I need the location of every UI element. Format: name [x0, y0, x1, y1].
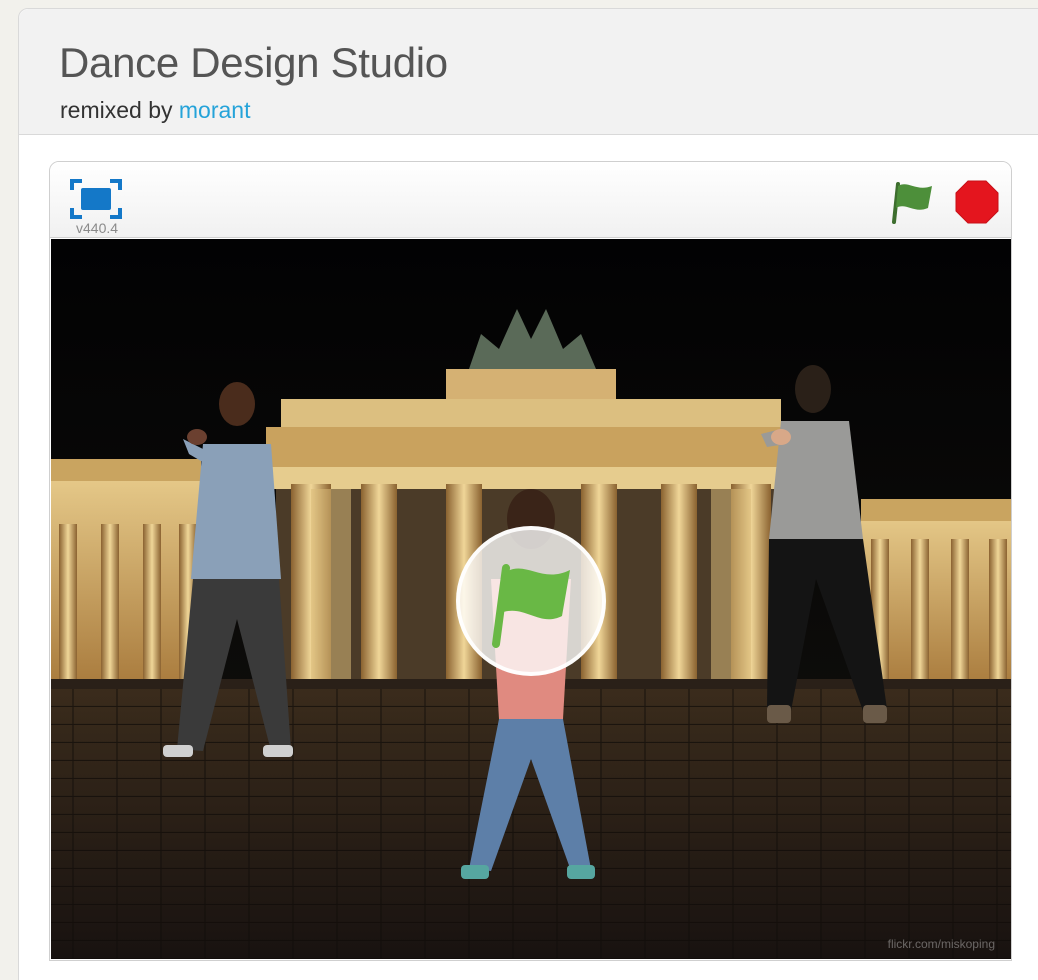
photo-credit: flickr.com/miskoping: [887, 937, 995, 951]
stop-button[interactable]: [954, 179, 1000, 225]
project-header: Dance Design Studio remixed by morant: [19, 9, 1038, 135]
version-label: v440.4: [76, 220, 119, 236]
stop-sign-icon: [955, 180, 999, 224]
green-flag-icon: [892, 182, 932, 224]
green-flag-icon: [492, 564, 570, 648]
start-overlay-button[interactable]: [456, 526, 606, 676]
author-link[interactable]: morant: [179, 97, 251, 123]
green-flag-button[interactable]: [892, 180, 938, 224]
project-stage[interactable]: flickr.com/miskoping: [51, 239, 1011, 959]
project-page: Dance Design Studio remixed by morant v4…: [18, 8, 1038, 980]
scratch-player: v440.4 flickr.com/miskoping: [49, 161, 1012, 961]
fullscreen-icon: [70, 179, 122, 219]
player-controls: v440.4: [50, 162, 1011, 238]
remix-prefix: remixed by: [60, 97, 179, 123]
fullscreen-button[interactable]: [70, 178, 122, 220]
gate-side-wing-left: [51, 459, 201, 689]
remix-credit: remixed by morant: [60, 97, 250, 124]
gate-side-wing-right: [861, 499, 1011, 689]
project-title: Dance Design Studio: [59, 39, 448, 86]
